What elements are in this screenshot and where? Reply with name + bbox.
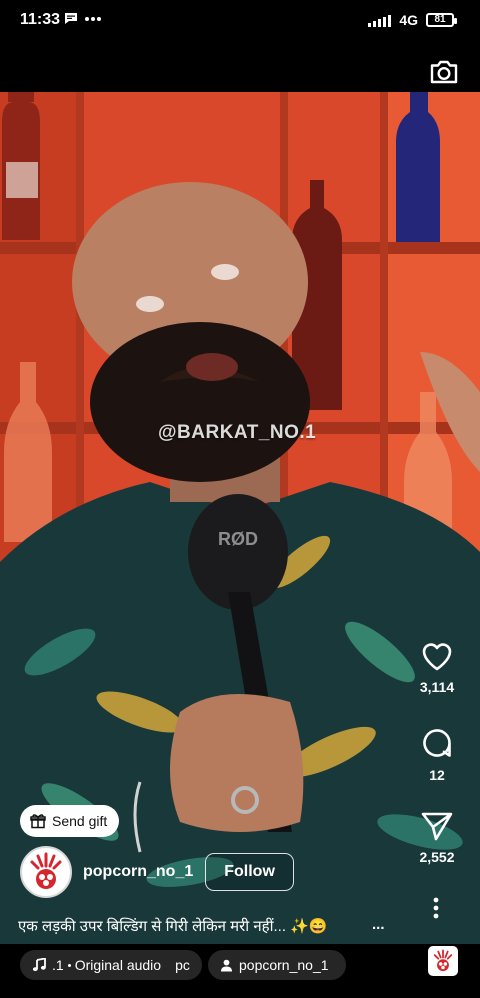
video-watermark: @BARKAT_NO.1 (158, 422, 317, 443)
reel-caption[interactable]: एक लड़की उपर बिल्डिंग से गिरी लेकिन मरी … (18, 916, 398, 936)
send-icon[interactable] (420, 810, 454, 842)
share-action[interactable]: 2,552 (412, 810, 462, 865)
gift-icon (30, 814, 46, 829)
status-bar: 11:33 4G 81 (0, 0, 480, 44)
audio-thumbnail[interactable] (428, 946, 458, 976)
comment-icon[interactable] (420, 726, 454, 760)
audio-user-chip[interactable]: popcorn_no_1 (208, 950, 346, 980)
audio-bar: .1 Original audio pc popcorn_no_1 (0, 944, 480, 998)
message-notification-icon (65, 13, 77, 24)
battery-icon: 81 (426, 13, 457, 27)
follow-button[interactable]: Follow (205, 853, 294, 891)
caption-more-link[interactable]: ... (372, 916, 385, 933)
person-icon (221, 959, 232, 971)
popcorn-logo-icon (30, 852, 62, 889)
more-options-button[interactable] (420, 896, 452, 920)
separator-dot (67, 963, 71, 967)
svg-text:RØD: RØD (218, 529, 258, 549)
signal-strength-icon (368, 13, 392, 27)
send-gift-button[interactable]: Send gift (20, 805, 120, 837)
heart-icon[interactable] (420, 640, 454, 672)
more-notifications-icon (85, 16, 101, 21)
status-left-icons (64, 12, 102, 25)
more-vertical-icon[interactable] (420, 896, 452, 920)
author-row: popcorn_no_1 Follow (20, 846, 294, 898)
camera-button[interactable] (428, 56, 460, 88)
like-action[interactable]: 3,114 (412, 640, 462, 695)
popcorn-logo-icon (433, 949, 453, 972)
audio-title: Original audio (74, 957, 162, 973)
share-count: 2,552 (419, 849, 455, 865)
like-count: 3,114 (419, 679, 455, 695)
original-audio-chip[interactable]: .1 Original audio pc (20, 950, 202, 980)
camera-icon (430, 60, 458, 84)
network-type: 4G (399, 12, 418, 28)
author-username[interactable]: popcorn_no_1 (83, 863, 193, 881)
status-time: 11:33 (20, 11, 61, 28)
status-right: 4G 81 (368, 12, 457, 28)
audio-user-name: popcorn_no_1 (239, 957, 329, 973)
author-avatar[interactable] (20, 846, 72, 898)
send-gift-label: Send gift (52, 813, 108, 829)
comment-action[interactable]: 12 (412, 726, 462, 783)
music-note-icon (32, 958, 46, 972)
audio-title-overflow: pc (175, 957, 190, 973)
audio-count: .1 (52, 957, 64, 973)
comment-count: 12 (429, 767, 445, 783)
